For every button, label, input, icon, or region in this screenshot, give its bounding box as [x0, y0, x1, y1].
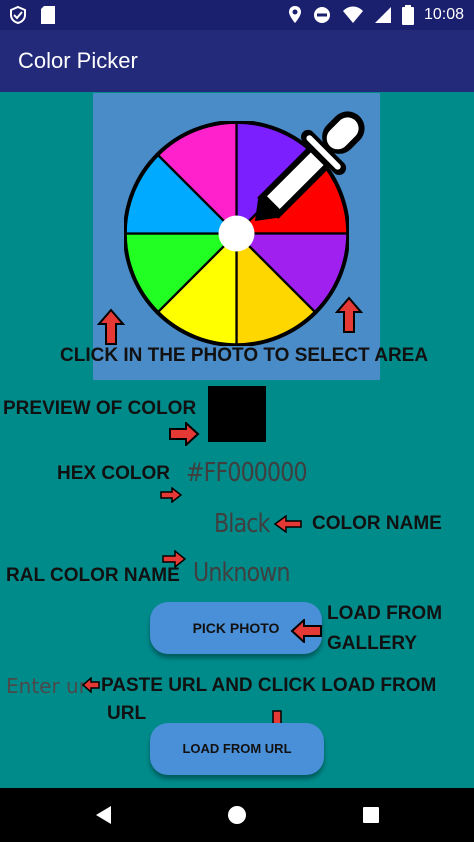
load-gallery-label-line1: LOAD FROM — [327, 603, 443, 624]
arrow-left-icon — [290, 619, 322, 643]
shield-check-icon — [8, 5, 28, 25]
paste-url-label-line1: PASTE URL AND CLICK LOAD FROM — [101, 675, 437, 696]
click-instruction: CLICK IN THE PHOTO TO SELECT AREA — [60, 345, 429, 366]
clock-time: 10:08 — [423, 6, 464, 23]
photo-area[interactable] — [93, 93, 380, 380]
app-title: Color Picker — [18, 48, 138, 73]
color-name-value: Black — [214, 509, 270, 539]
hex-label: HEX COLOR — [57, 463, 170, 484]
url-input[interactable] — [6, 673, 84, 699]
arrow-right-icon — [160, 487, 182, 503]
paste-url-label-line2: URL — [107, 703, 147, 724]
sd-card-icon — [40, 5, 56, 25]
signal-icon — [374, 6, 392, 24]
color-name-label: COLOR NAME — [312, 513, 442, 534]
home-icon[interactable] — [227, 805, 247, 825]
ral-value: Unknown — [193, 558, 290, 588]
navigation-bar — [0, 788, 474, 842]
arrow-right-icon — [169, 422, 200, 446]
wifi-icon — [342, 6, 364, 24]
do-not-disturb-icon — [312, 5, 332, 25]
recents-icon[interactable] — [362, 806, 380, 824]
status-bar: 10:08 — [0, 0, 474, 30]
arrow-left-icon — [82, 677, 100, 693]
load-gallery-label-line2: GALLERY — [327, 633, 418, 654]
hex-value: #FF000000 — [186, 458, 308, 488]
preview-label: PREVIEW OF COLOR — [3, 398, 197, 419]
back-icon[interactable] — [94, 805, 114, 825]
load-from-url-button[interactable]: LOAD FROM URL — [150, 723, 324, 775]
arrow-up-right-icon — [335, 296, 363, 333]
app-bar: Color Picker — [0, 30, 474, 92]
color-preview — [208, 386, 266, 442]
arrow-up-left-icon — [97, 308, 125, 345]
location-icon — [288, 5, 302, 25]
battery-icon — [401, 5, 414, 25]
arrow-left-icon — [274, 515, 302, 533]
ral-label: RAL COLOR NAME — [6, 565, 180, 586]
eyedropper-icon — [254, 111, 365, 222]
